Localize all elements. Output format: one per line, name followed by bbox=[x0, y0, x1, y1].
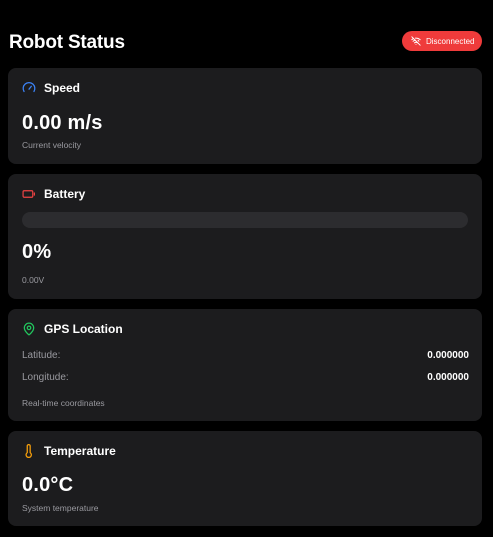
temperature-card-header: Temperature bbox=[22, 444, 116, 458]
latitude-value: 0.000000 bbox=[427, 350, 469, 361]
speed-caption: Current velocity bbox=[22, 140, 82, 150]
temperature-caption: System temperature bbox=[22, 503, 99, 513]
gauge-icon bbox=[22, 81, 36, 95]
gps-card: GPS Location Latitude: 0.000000 Longitud… bbox=[8, 309, 482, 421]
battery-card-header: Battery bbox=[22, 187, 85, 201]
battery-card: Battery 0% 0.00V bbox=[8, 174, 482, 299]
connection-status-badge: Disconnected bbox=[402, 31, 482, 51]
speed-label: Speed bbox=[44, 81, 81, 95]
thermometer-icon bbox=[22, 444, 36, 458]
battery-icon bbox=[22, 187, 36, 201]
latitude-label: Latitude: bbox=[22, 350, 61, 361]
wifi-off-icon bbox=[411, 36, 421, 46]
battery-voltage: 0.00V bbox=[22, 275, 45, 285]
gps-caption: Real-time coordinates bbox=[22, 398, 105, 408]
page-title: Robot Status bbox=[9, 32, 125, 53]
battery-label: Battery bbox=[44, 187, 86, 201]
connection-status-label: Disconnected bbox=[426, 36, 475, 46]
temperature-card: Temperature 0.0°C System temperature bbox=[8, 431, 482, 526]
header: Robot Status Disconnected bbox=[8, 31, 482, 55]
longitude-label: Longitude: bbox=[22, 372, 69, 383]
speed-value: 0.00 m/s bbox=[22, 112, 103, 134]
battery-percent-value: 0% bbox=[22, 241, 52, 263]
map-pin-icon bbox=[22, 322, 36, 336]
gps-card-header: GPS Location bbox=[22, 322, 123, 336]
longitude-value: 0.000000 bbox=[427, 372, 469, 383]
speed-card-header: Speed bbox=[22, 81, 80, 95]
speed-card: Speed 0.00 m/s Current velocity bbox=[8, 68, 482, 164]
gps-label: GPS Location bbox=[44, 322, 123, 336]
temperature-label: Temperature bbox=[44, 444, 116, 458]
battery-progress-bar bbox=[22, 212, 468, 228]
temperature-value: 0.0°C bbox=[22, 474, 74, 496]
